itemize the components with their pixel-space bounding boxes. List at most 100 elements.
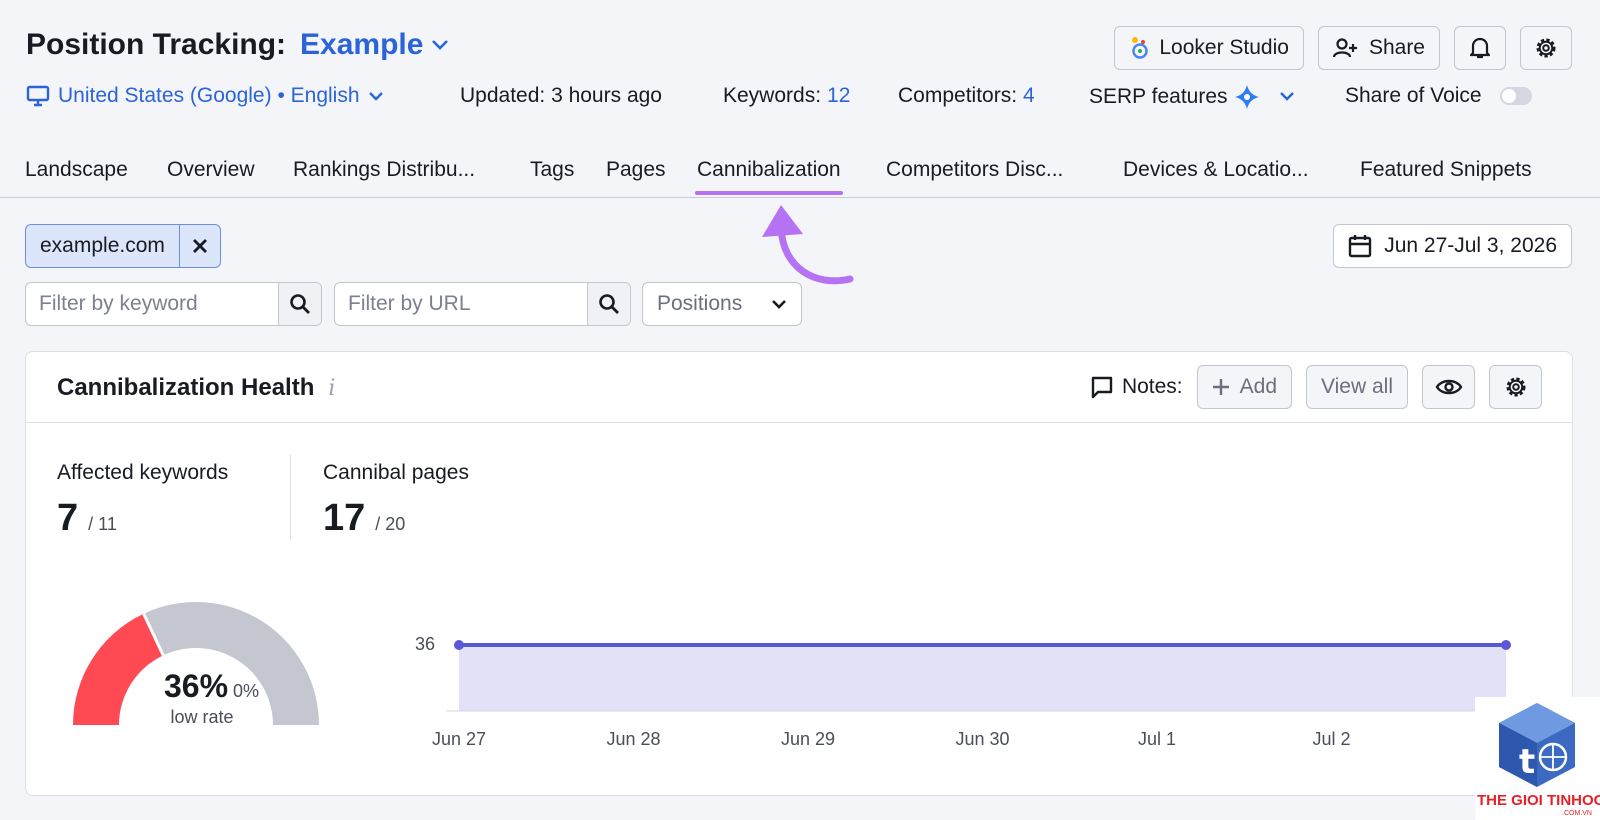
visibility-button[interactable] bbox=[1422, 365, 1475, 409]
keywords-number[interactable]: 12 bbox=[827, 84, 850, 108]
bell-icon bbox=[1469, 37, 1491, 59]
settings-button[interactable] bbox=[1520, 26, 1572, 70]
affected-keywords-values: 7 / 11 bbox=[57, 497, 228, 540]
location-language[interactable]: United States (Google) • English bbox=[26, 84, 384, 108]
competitors-number[interactable]: 4 bbox=[1023, 84, 1035, 108]
header-actions: Looker Studio Share bbox=[1114, 26, 1572, 70]
notes-label: Notes: bbox=[1090, 375, 1183, 399]
comment-icon bbox=[1091, 376, 1113, 399]
serp-features-selector[interactable]: SERP features bbox=[1089, 84, 1298, 110]
project-selector[interactable]: Example bbox=[300, 28, 449, 62]
card-header: Cannibalization Health i Notes: Add View… bbox=[26, 352, 1572, 423]
affected-keywords-label: Affected keywords bbox=[57, 461, 229, 484]
search-icon bbox=[290, 294, 310, 314]
chevron-down-icon bbox=[432, 40, 449, 50]
report-tabs: Landscape Overview Rankings Distribu... … bbox=[0, 158, 1600, 198]
x-tick-label: Jun 27 bbox=[432, 729, 486, 749]
keyword-filter-input[interactable] bbox=[26, 283, 278, 325]
search-icon bbox=[599, 294, 619, 314]
tab-competitors-discovery[interactable]: Competitors Disc... bbox=[886, 158, 1063, 182]
share-button[interactable]: Share bbox=[1317, 26, 1440, 70]
add-note-label: Add bbox=[1239, 375, 1278, 398]
url-search-button[interactable] bbox=[587, 283, 630, 325]
close-icon bbox=[192, 239, 207, 253]
notes-text: Notes: bbox=[1121, 375, 1183, 398]
domain-chip-label: example.com bbox=[26, 225, 180, 267]
x-tick-label: Jun 30 bbox=[955, 729, 1009, 749]
tab-rankings-distribution[interactable]: Rankings Distribu... bbox=[293, 158, 475, 182]
competitors-count: Competitors: 4 bbox=[898, 84, 1035, 108]
keyword-search-button[interactable] bbox=[278, 283, 321, 325]
url-filter bbox=[334, 282, 631, 326]
gauge-percent: 36% bbox=[164, 668, 228, 704]
watermark-brand: THE GIOI TINHOC bbox=[1477, 792, 1600, 809]
url-filter-input[interactable] bbox=[335, 283, 587, 325]
card-settings-button[interactable] bbox=[1489, 365, 1542, 409]
tab-landscape[interactable]: Landscape bbox=[25, 158, 128, 182]
location-label: United States (Google) • English bbox=[58, 84, 360, 107]
card-title-text: Cannibalization Health bbox=[57, 374, 315, 401]
data-point bbox=[1501, 640, 1511, 650]
watermark-logo: t bbox=[1499, 703, 1575, 787]
cannibal-pages-values: 17 / 20 bbox=[323, 497, 469, 540]
location-selector[interactable]: United States (Google) • English bbox=[26, 84, 384, 108]
x-tick-label: Jun 28 bbox=[606, 729, 660, 749]
gauge-fill bbox=[73, 613, 164, 725]
eye-icon bbox=[1435, 379, 1462, 395]
serp-features-label: SERP features bbox=[1089, 85, 1228, 108]
project-name: Example bbox=[300, 28, 424, 61]
cannibalization-gauge: 36% 0% low rate bbox=[73, 602, 319, 727]
positions-dropdown[interactable]: Positions bbox=[642, 282, 802, 326]
cannibal-pages-value: 17 bbox=[323, 497, 366, 539]
positions-label: Positions bbox=[657, 292, 743, 315]
affected-keywords-value: 7 bbox=[57, 497, 79, 539]
share-of-voice-toggle[interactable] bbox=[1499, 87, 1532, 105]
ai-sparkle-icon bbox=[1234, 85, 1259, 109]
notifications-button[interactable] bbox=[1454, 26, 1506, 70]
x-tick-label: Jun 29 bbox=[781, 729, 835, 749]
keywords-count: Keywords: 12 bbox=[723, 84, 850, 108]
tab-overview[interactable]: Overview bbox=[167, 158, 255, 182]
y-tick-label: 36 bbox=[415, 634, 435, 654]
tab-devices-locations[interactable]: Devices & Locatio... bbox=[1123, 158, 1309, 182]
metric-divider bbox=[290, 455, 291, 539]
add-user-icon bbox=[1332, 38, 1357, 58]
gauge-caption: low rate bbox=[170, 707, 233, 727]
card-title: Cannibalization Health i bbox=[57, 374, 335, 402]
domain-chip: example.com bbox=[25, 224, 221, 268]
chevron-down-icon bbox=[772, 300, 786, 309]
gear-icon bbox=[1506, 377, 1525, 397]
data-point bbox=[454, 640, 464, 650]
tab-pages[interactable]: Pages bbox=[606, 158, 666, 182]
view-all-label: View all bbox=[1321, 375, 1393, 398]
card-actions: Notes: Add View all bbox=[1090, 365, 1542, 409]
view-all-notes-button[interactable]: View all bbox=[1306, 365, 1408, 409]
competitors-label: Competitors: bbox=[898, 84, 1018, 107]
looker-studio-label: Looker Studio bbox=[1159, 36, 1289, 59]
cannibal-pages-label: Cannibal pages bbox=[323, 461, 469, 484]
tab-featured-snippets[interactable]: Featured Snippets bbox=[1360, 158, 1532, 182]
share-of-voice: Share of Voice bbox=[1345, 84, 1532, 108]
watermark: t THE GIOI TINHOC .COM.VN bbox=[1475, 697, 1600, 820]
page-title: Position Tracking: bbox=[26, 28, 287, 61]
updated-label: Updated: 3 hours ago bbox=[460, 84, 662, 107]
add-note-button[interactable]: Add bbox=[1196, 365, 1293, 409]
date-range-picker[interactable]: Jun 27-Jul 3, 2026 bbox=[1333, 224, 1572, 268]
share-of-voice-label: Share of Voice bbox=[1345, 84, 1482, 107]
affected-keywords-metric: Affected keywords 7 / 11 bbox=[57, 461, 228, 540]
keyword-filter bbox=[25, 282, 322, 326]
updated-status: Updated: 3 hours ago bbox=[460, 84, 662, 108]
info-icon[interactable]: i bbox=[328, 376, 335, 401]
tab-cannibalization[interactable]: Cannibalization bbox=[695, 158, 843, 195]
date-range-label: Jun 27-Jul 3, 2026 bbox=[1384, 234, 1557, 257]
chevron-down-icon bbox=[368, 92, 383, 101]
cannibal-pages-total: / 20 bbox=[375, 514, 406, 534]
tab-tags[interactable]: Tags bbox=[530, 158, 574, 182]
page-header: Position Tracking: Example bbox=[26, 28, 449, 62]
watermark-sub: .COM.VN bbox=[1562, 810, 1592, 817]
plus-icon bbox=[1212, 379, 1229, 395]
chevron-down-icon bbox=[1279, 92, 1294, 101]
looker-studio-icon bbox=[1132, 37, 1149, 59]
looker-studio-button[interactable]: Looker Studio bbox=[1114, 26, 1304, 70]
remove-domain-button[interactable] bbox=[180, 225, 220, 267]
